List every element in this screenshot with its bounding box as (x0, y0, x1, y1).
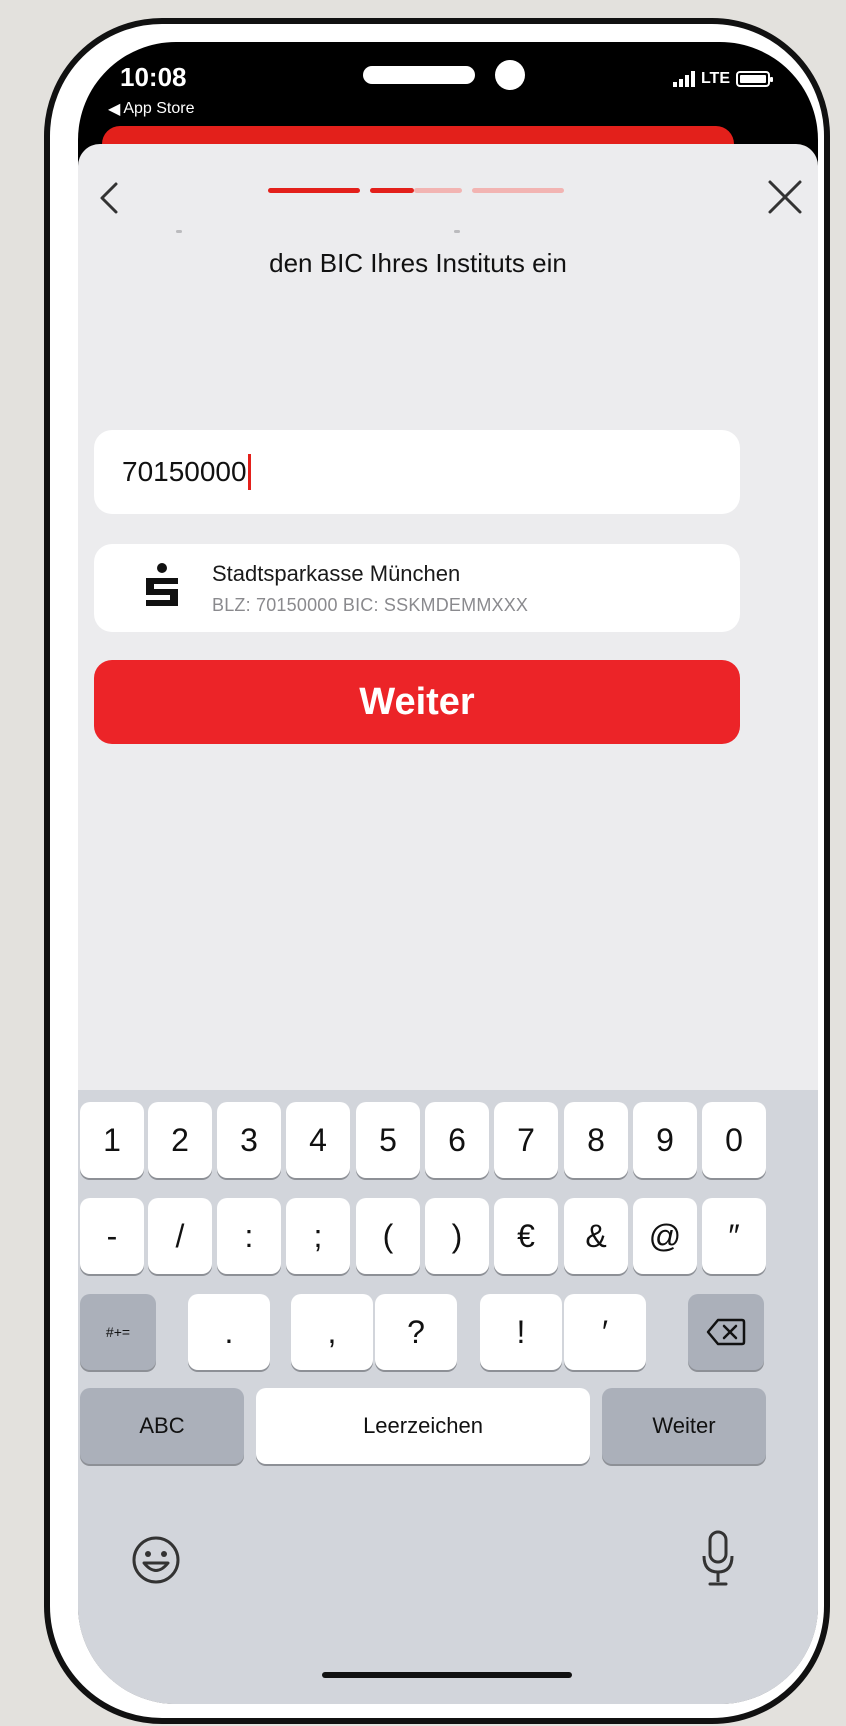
bank-result-text: Stadtsparkasse München BLZ: 70150000 BIC… (212, 561, 528, 616)
network-label: LTE (700, 70, 730, 87)
battery-icon (736, 71, 773, 87)
backspace-key[interactable] (688, 1294, 764, 1370)
status-back-to-app[interactable]: ◀ App Store (108, 99, 194, 119)
key[interactable]: 5 (356, 1102, 420, 1178)
key[interactable]: 0 (702, 1102, 766, 1178)
key[interactable]: 1 (80, 1102, 144, 1178)
bank-codes: BLZ: 70150000 BIC: SSKMDEMMXXX (212, 594, 529, 615)
key[interactable]: ? (375, 1294, 457, 1370)
backspace-icon (706, 1318, 746, 1346)
key[interactable]: ; (286, 1198, 350, 1274)
notch (263, 42, 668, 108)
space-key[interactable]: Leerzeichen (256, 1388, 590, 1464)
status-indicators: LTE (672, 70, 773, 88)
key[interactable]: 7 (494, 1102, 558, 1178)
blz-bic-input[interactable]: 70150000 (94, 430, 740, 514)
key[interactable]: . (188, 1294, 270, 1370)
instruction-text: den BIC Ihres Instituts ein (269, 248, 567, 278)
status-back-label: App Store (123, 100, 195, 117)
symbols-key[interactable]: #+= (80, 1294, 156, 1370)
progress-step-2 (370, 188, 414, 193)
key[interactable]: ′ (564, 1294, 646, 1370)
modal-sheet: den BIC Ihres Instituts ein 70150000 Sta… (78, 144, 818, 1704)
home-indicator (322, 1672, 572, 1678)
abc-key[interactable]: ABC (80, 1388, 244, 1464)
speaker-grille (363, 66, 475, 84)
front-camera (495, 60, 525, 90)
progress-step-3 (472, 188, 564, 193)
key[interactable]: 2 (148, 1102, 212, 1178)
key[interactable]: ! (480, 1294, 562, 1370)
microphone-icon[interactable] (702, 1530, 734, 1588)
key[interactable]: ( (356, 1198, 420, 1274)
progress-step-1 (268, 188, 360, 193)
key[interactable]: ″ (702, 1198, 766, 1274)
sparkasse-logo-icon (146, 563, 178, 606)
key[interactable]: 9 (633, 1102, 697, 1178)
key[interactable]: & (564, 1198, 628, 1274)
emoji-icon[interactable] (130, 1534, 182, 1586)
bank-name: Stadtsparkasse München (212, 560, 461, 586)
text-cursor (247, 454, 251, 490)
key[interactable]: : (217, 1198, 281, 1274)
close-icon[interactable] (764, 176, 806, 218)
key[interactable]: / (148, 1198, 212, 1274)
status-time: 10:08 (120, 62, 187, 92)
key[interactable]: 6 (425, 1102, 489, 1178)
key[interactable]: 4 (286, 1102, 350, 1178)
device-screen: 10:08 ◀ App Store LTE den BIC Ihres Inst… (78, 42, 818, 1704)
continue-button[interactable]: Weiter (94, 660, 740, 744)
bank-result-item[interactable]: Stadtsparkasse München BLZ: 70150000 BIC… (94, 544, 740, 632)
step-progress (78, 188, 818, 196)
back-triangle-icon: ◀ (108, 101, 121, 118)
blz-input-value: 70150000 (122, 456, 247, 487)
cropped-text-line (78, 230, 818, 240)
key[interactable]: - (80, 1198, 144, 1274)
key[interactable]: 8 (564, 1102, 628, 1178)
chevron-left-icon[interactable] (92, 180, 128, 216)
key[interactable]: € (494, 1198, 558, 1274)
key[interactable]: 3 (217, 1102, 281, 1178)
key[interactable]: , (291, 1294, 373, 1370)
signal-icon (672, 71, 695, 87)
return-key[interactable]: Weiter (602, 1388, 766, 1464)
numeric-keyboard: 1234567890 - /:;() € & @ ″ .,?! ′ #+= ABC Leer… (78, 1090, 818, 1704)
key[interactable]: ) (425, 1198, 489, 1274)
key[interactable]: @ (633, 1198, 697, 1274)
progress-step-2-remaining (414, 188, 462, 193)
